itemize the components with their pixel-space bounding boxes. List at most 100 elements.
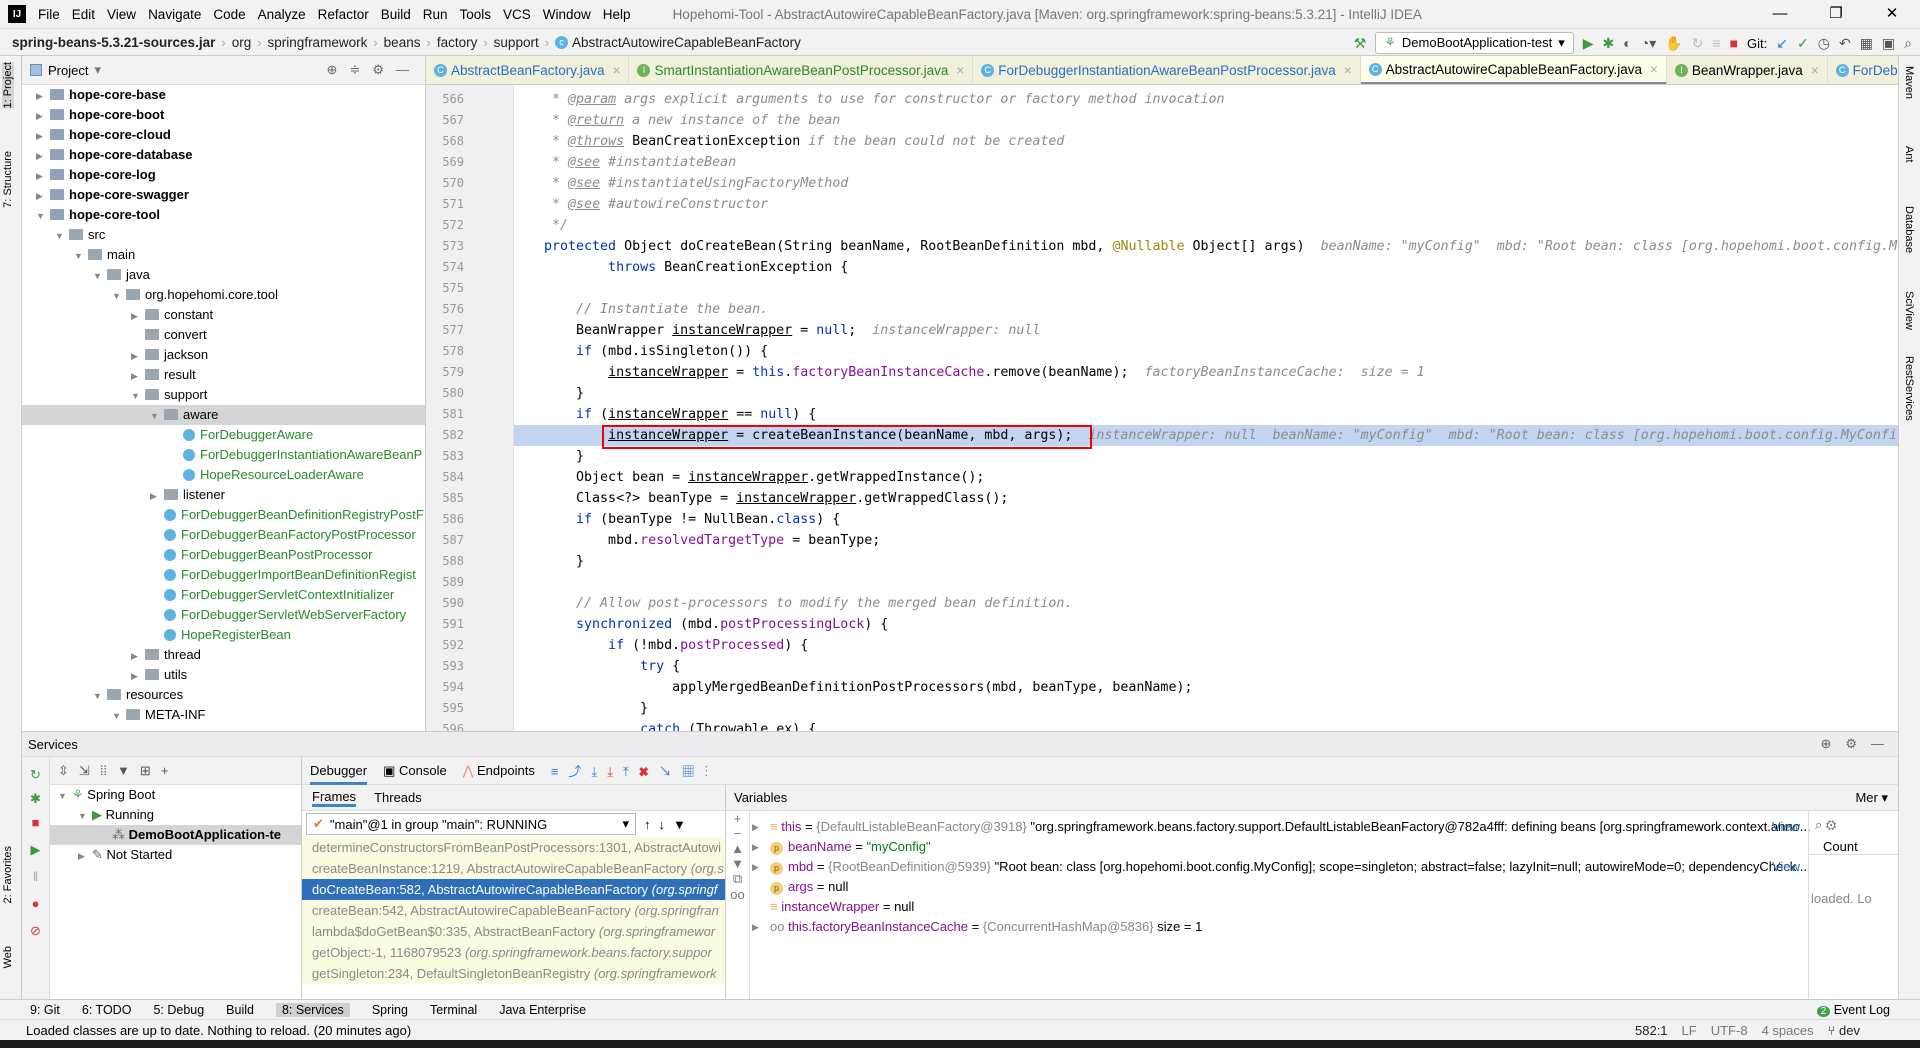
collapse-all-icon[interactable]: ⇲ bbox=[79, 763, 90, 779]
expand-arrow-icon[interactable]: ▶ bbox=[131, 346, 145, 366]
expand-arrow-icon[interactable]: ▶ bbox=[36, 86, 50, 106]
tree-item[interactable]: ▶ result bbox=[22, 365, 425, 385]
tab-web[interactable]: Web bbox=[2, 946, 14, 968]
pause-icon[interactable]: ‖ bbox=[22, 865, 49, 889]
expand-arrow-icon[interactable]: ▶ bbox=[131, 306, 145, 326]
line-separator[interactable]: LF bbox=[1682, 1023, 1697, 1038]
close-tab-icon[interactable]: × bbox=[1650, 62, 1658, 77]
tree-item[interactable]: ▶ utils bbox=[22, 665, 425, 685]
menu-file[interactable]: File bbox=[38, 7, 60, 22]
filter-icon[interactable]: ▼ bbox=[673, 817, 686, 832]
history-icon[interactable]: ◷ bbox=[1818, 35, 1830, 52]
service-item[interactable]: ▼ ⚘ Spring Boot bbox=[50, 785, 301, 805]
view-breakpoints-icon[interactable]: ● bbox=[22, 889, 49, 919]
project-view-select[interactable]: Project bbox=[48, 63, 88, 78]
prev-frame-icon[interactable]: ↑ bbox=[644, 817, 651, 832]
tree-item[interactable]: ▶ jackson bbox=[22, 345, 425, 365]
breadcrumb-item[interactable]: spring-beans-5.3.21-sources.jar bbox=[12, 35, 215, 50]
menu-analyze[interactable]: Analyze bbox=[258, 7, 306, 22]
tree-item[interactable]: ForDebuggerBeanPostProcessor bbox=[22, 545, 425, 565]
tree-item[interactable]: ▶ hope-core-base bbox=[22, 85, 425, 105]
stop-icon[interactable]: ■ bbox=[1730, 35, 1738, 51]
tree-item[interactable]: HopeResourceLoaderAware bbox=[22, 465, 425, 485]
menu-code[interactable]: Code bbox=[213, 7, 245, 22]
menu-run[interactable]: Run bbox=[423, 7, 448, 22]
tool-tab[interactable]: Build bbox=[226, 1003, 254, 1017]
expand-arrow-icon[interactable]: ▶ bbox=[131, 646, 145, 666]
tab-frames[interactable]: Frames bbox=[312, 789, 357, 807]
tree-item[interactable]: ▼ src bbox=[22, 225, 425, 245]
expand-arrow-icon[interactable]: ▼ bbox=[93, 686, 107, 706]
resume-icon[interactable]: ▶ bbox=[22, 835, 49, 865]
tree-item[interactable]: ▶ hope-core-cloud bbox=[22, 125, 425, 145]
tab-database[interactable]: Database bbox=[1903, 206, 1915, 253]
expand-arrow-icon[interactable]: ▼ bbox=[74, 246, 88, 266]
tree-item[interactable]: ForDebuggerAware bbox=[22, 425, 425, 445]
menu-help[interactable]: Help bbox=[603, 7, 631, 22]
minimize-button[interactable]: — bbox=[1752, 0, 1808, 28]
stack-frame[interactable]: getSingleton:234, DefaultSingletonBeanRe… bbox=[302, 963, 725, 984]
variable-row[interactable]: ▶ p beanName = "myConfig" bbox=[726, 837, 1898, 857]
tree-item[interactable]: ▶ listener bbox=[22, 485, 425, 505]
expand-arrow-icon[interactable]: ▼ bbox=[112, 706, 126, 726]
tool-tab[interactable]: Terminal bbox=[430, 1003, 477, 1017]
service-item[interactable]: ▼ ▶ Running bbox=[50, 805, 301, 825]
git-commit-icon[interactable]: ✓ bbox=[1797, 35, 1809, 52]
breadcrumb-item[interactable]: org bbox=[232, 35, 252, 50]
tree-item[interactable]: ▼ META-INF bbox=[22, 705, 425, 725]
group-icon[interactable]: ⁞⁞ bbox=[100, 763, 107, 778]
memory-search-icon[interactable]: ⌕ ⚙ bbox=[1809, 811, 1898, 839]
tree-item[interactable]: ▶ hope-core-swagger bbox=[22, 185, 425, 205]
stack-frame[interactable]: lambda$doGetBean$0:335, AbstractBeanFact… bbox=[302, 921, 725, 942]
restore-button[interactable]: ❐ bbox=[1808, 0, 1864, 28]
menu-window[interactable]: Window bbox=[543, 7, 591, 22]
debug-icon[interactable]: ✱ bbox=[1603, 35, 1615, 52]
expand-arrow-icon[interactable]: ▼ bbox=[150, 406, 164, 426]
stack-frame[interactable]: getObject:-1, 1168079523 (org.springfram… bbox=[302, 942, 725, 963]
build-hammer-icon[interactable]: ⚒ bbox=[1354, 35, 1367, 52]
expand-arrow-icon[interactable]: ▼ bbox=[36, 206, 50, 226]
expand-arrow-icon[interactable]: ▼ bbox=[55, 226, 69, 246]
expand-arrow-icon[interactable]: ▶ bbox=[131, 366, 145, 386]
filter-icon[interactable]: ▼ bbox=[117, 763, 130, 778]
stack-frame[interactable]: doCreateBean:582, AbstractAutowireCapabl… bbox=[302, 879, 725, 900]
tab-console[interactable]: ▣ Console bbox=[383, 763, 447, 779]
profile-icon[interactable]: ◔▾ bbox=[1641, 35, 1656, 52]
tool-tab[interactable]: Spring bbox=[372, 1003, 408, 1017]
indent[interactable]: 4 spaces bbox=[1762, 1023, 1814, 1038]
tool-tab[interactable]: 9: Git bbox=[30, 1003, 60, 1017]
tree-item[interactable]: ▶ hope-core-log bbox=[22, 165, 425, 185]
tree-item[interactable]: ▶ thread bbox=[22, 645, 425, 665]
rerun-icon[interactable]: ↻ bbox=[1692, 35, 1704, 52]
close-tab-icon[interactable]: × bbox=[1811, 63, 1819, 78]
tab-endpoints[interactable]: ⋀ Endpoints bbox=[463, 763, 535, 779]
rollback-icon[interactable]: ↶ bbox=[1839, 35, 1851, 52]
tree-item[interactable]: ▼ hope-core-tool bbox=[22, 205, 425, 225]
status-message[interactable]: Loaded classes are up to date. Nothing t… bbox=[26, 1023, 411, 1038]
menu-edit[interactable]: Edit bbox=[72, 7, 95, 22]
view-link[interactable]: View bbox=[1772, 817, 1800, 837]
gutter[interactable]: 566 567 568 569 570 571 572 573 574 575 576 577 578 5… bbox=[426, 85, 514, 731]
new-tab-icon[interactable]: ⊞ bbox=[140, 763, 151, 779]
count-column-header[interactable]: Count bbox=[1809, 839, 1898, 855]
editor-tab[interactable]: I BeanWrapper.java × bbox=[1666, 56, 1828, 84]
code-editor[interactable]: 566 567 568 569 570 571 572 573 574 575 576 577 578 5… bbox=[426, 85, 1898, 731]
expand-arrow-icon[interactable]: ▶ bbox=[36, 166, 50, 186]
close-tab-icon[interactable]: × bbox=[956, 63, 964, 78]
debug-icon[interactable]: ✱ bbox=[22, 787, 49, 811]
editor-tab[interactable]: CForDebugge bbox=[1827, 56, 1898, 84]
tab-debugger[interactable]: Debugger bbox=[310, 763, 368, 785]
expand-arrow-icon[interactable]: ▼ bbox=[131, 386, 145, 406]
breadcrumb-item[interactable]: beans bbox=[384, 35, 421, 50]
tool-tab[interactable]: 5: Debug bbox=[153, 1003, 204, 1017]
expand-arrow-icon[interactable]: ▶ bbox=[36, 186, 50, 206]
menu-view[interactable]: View bbox=[107, 7, 136, 22]
close-tab-icon[interactable]: × bbox=[613, 63, 621, 78]
rerun-icon[interactable]: ↻ bbox=[22, 763, 49, 787]
memory-tab[interactable]: Mer ▾ bbox=[1855, 785, 1888, 811]
variable-row[interactable]: ▶ oo this.factoryBeanInstanceCache = {Con… bbox=[726, 917, 1898, 937]
project-toolbar-icons[interactable]: ⊕≑⚙— bbox=[327, 62, 425, 78]
caret-position[interactable]: 582:1 bbox=[1635, 1023, 1668, 1038]
editor-tab[interactable]: C ForDebuggerInstantiationAwareBeanPostPr… bbox=[973, 56, 1361, 84]
tree-item[interactable]: ▼ java bbox=[22, 265, 425, 285]
